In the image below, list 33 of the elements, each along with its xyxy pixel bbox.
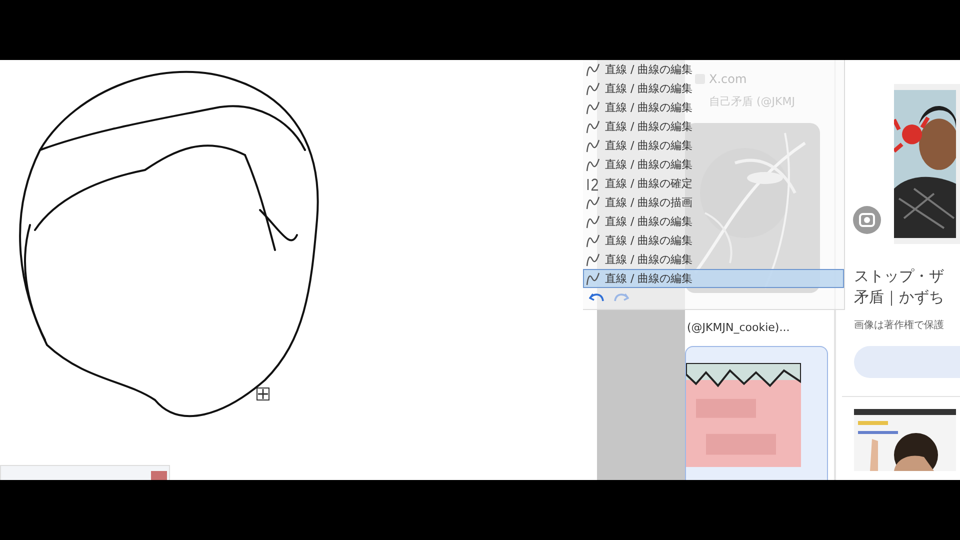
result-card[interactable] — [685, 346, 828, 480]
history-item[interactable]: 直線 / 曲線の編集 — [583, 117, 696, 136]
result-title[interactable]: ストップ・ザ — [854, 266, 960, 287]
result-title[interactable]: 矛盾｜かずち — [854, 287, 960, 308]
curve-icon — [586, 120, 600, 134]
curve-icon — [586, 158, 600, 172]
history-item[interactable]: 直線 / 曲線の編集 — [583, 269, 844, 288]
redo-icon[interactable] — [613, 292, 629, 304]
curve-icon — [586, 252, 600, 266]
history-item[interactable]: 直線 / 曲線の確定 — [583, 174, 696, 193]
history-item[interactable]: 直線 / 曲線の描画 — [583, 193, 696, 212]
curve-icon — [586, 138, 600, 152]
undo-icon[interactable] — [589, 292, 605, 304]
history-item[interactable]: 直線 / 曲線の編集 — [583, 231, 696, 250]
history-item[interactable]: 直線 / 曲線の編集 — [583, 60, 696, 79]
curve-icon — [586, 196, 600, 210]
move-icon[interactable] — [256, 387, 270, 401]
result-handle[interactable]: (@JKMJN_cookie)... — [687, 321, 790, 334]
copyright-note: 画像は著作権で保護 — [854, 318, 945, 332]
curve-icon — [586, 234, 600, 248]
curve-icon — [586, 62, 600, 76]
history-item[interactable]: 直線 / 曲線の編集 — [583, 212, 696, 231]
curve-icon — [586, 214, 600, 228]
history-item[interactable]: 直線 / 曲線の編集 — [583, 98, 696, 117]
history-item[interactable]: 直線 / 曲線の編集 — [583, 136, 696, 155]
curve-icon — [586, 100, 600, 114]
history-item[interactable]: 直線 / 曲線の編集 — [583, 79, 696, 98]
history-item[interactable]: 直線 / 曲線の編集 — [583, 155, 696, 174]
source-label: X.com — [709, 72, 747, 86]
curve-icon — [586, 82, 600, 96]
history-item[interactable]: 直線 / 曲線の編集 — [583, 250, 696, 269]
curve-icon — [586, 272, 600, 286]
lens-icon[interactable] — [852, 205, 882, 235]
